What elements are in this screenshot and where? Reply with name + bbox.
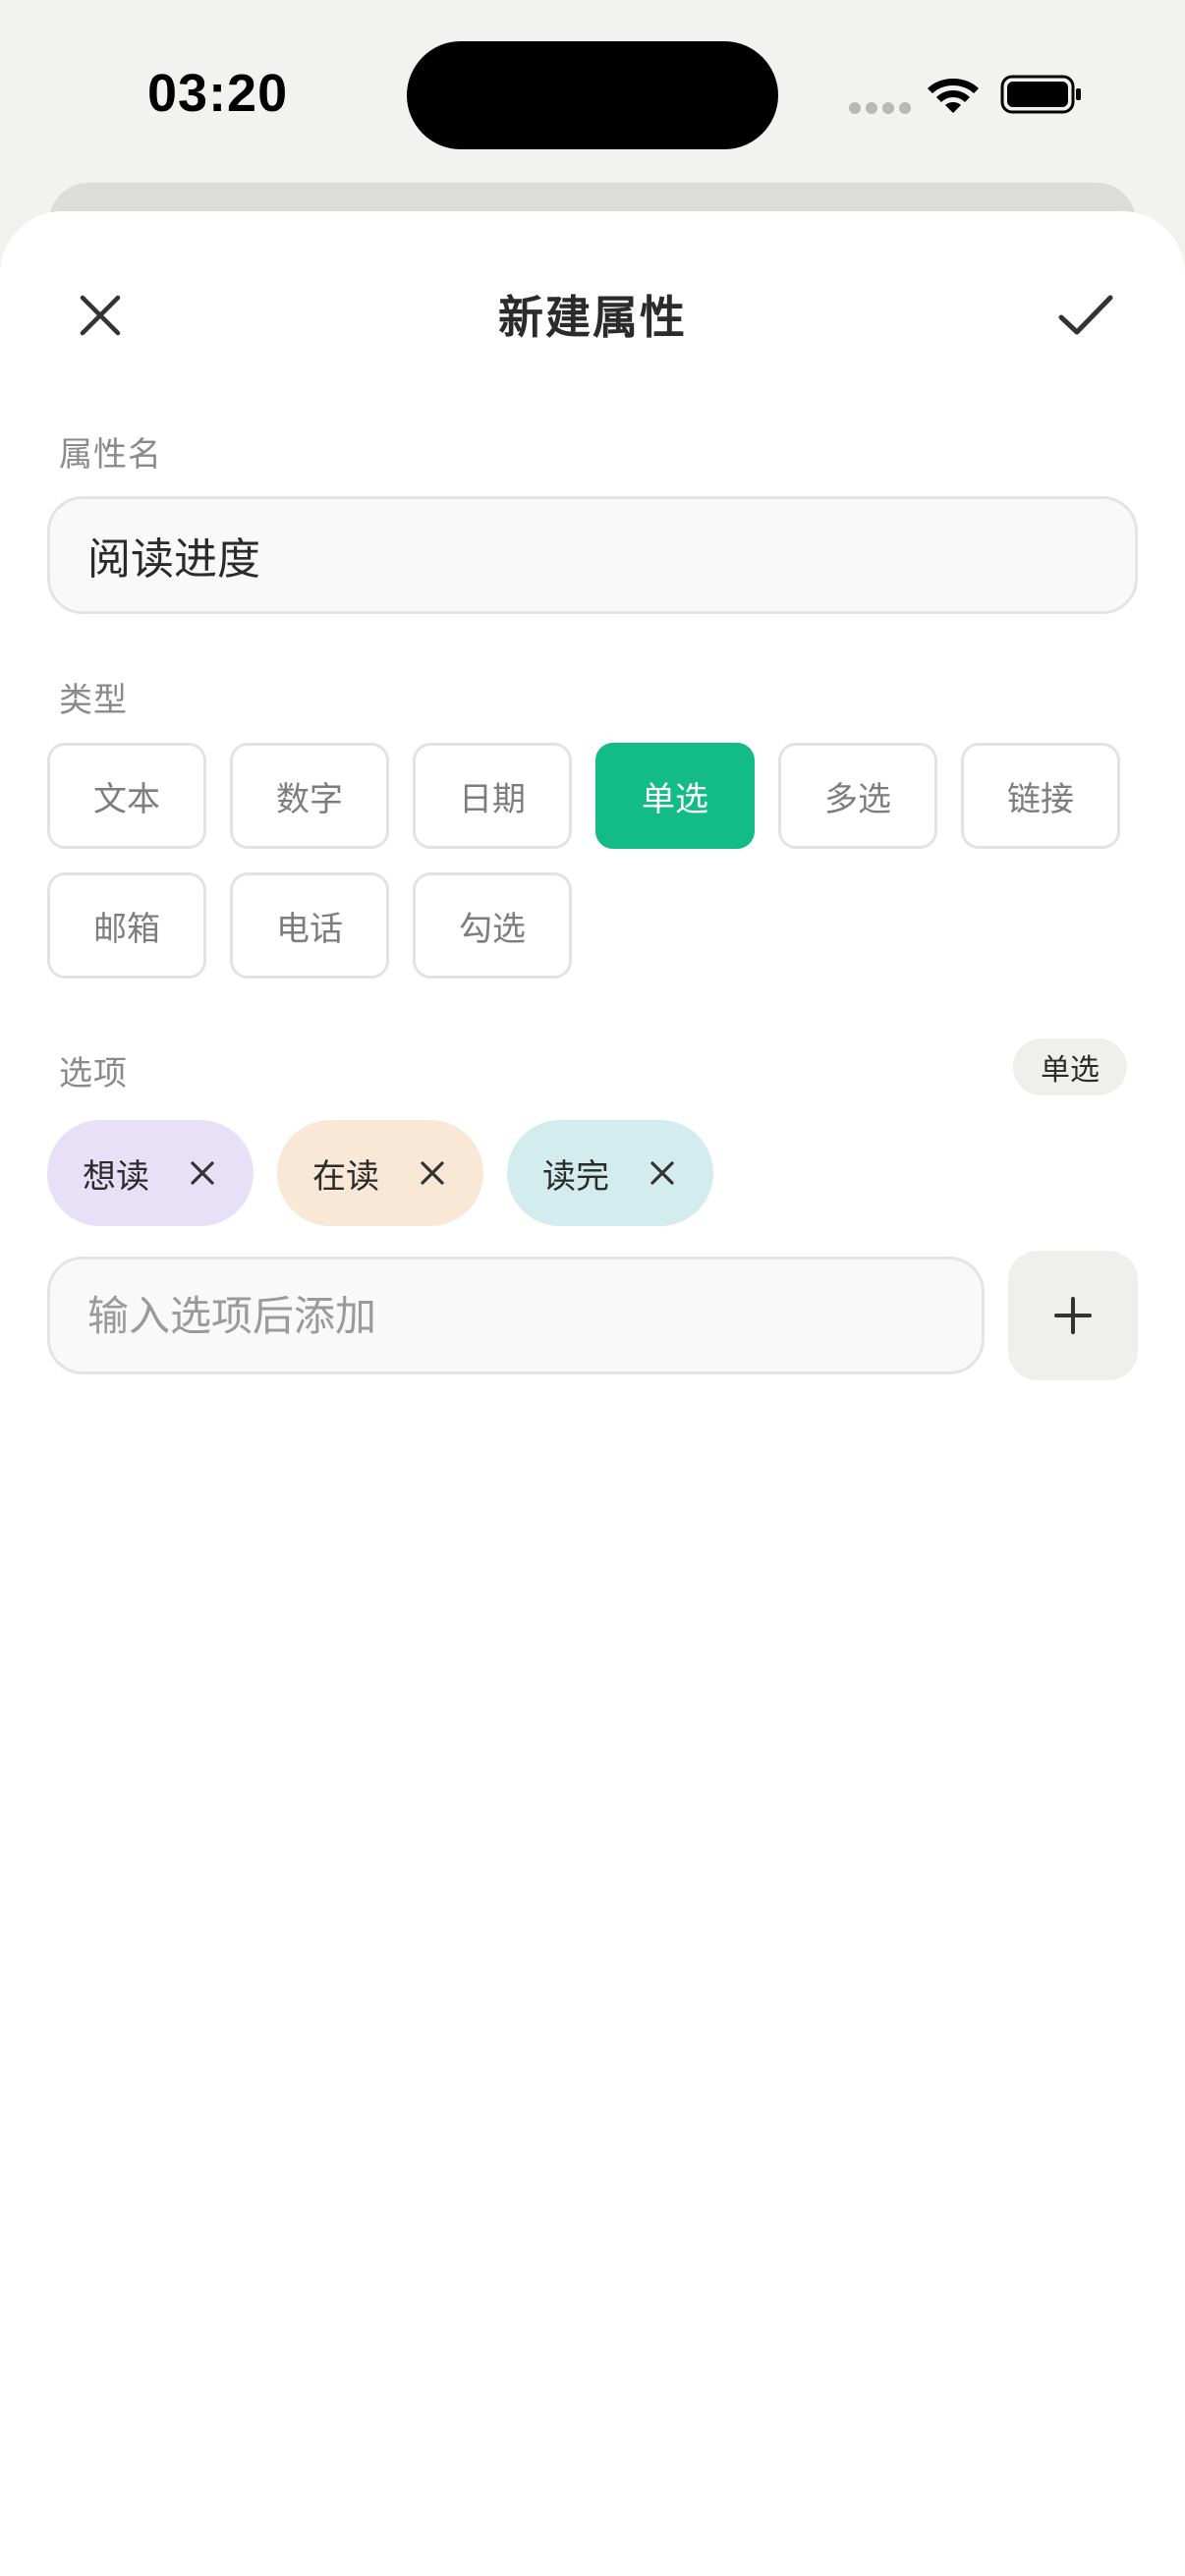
- close-icon: [421, 1161, 444, 1185]
- type-option-number[interactable]: 数字: [230, 743, 389, 849]
- property-name-label: 属性名: [59, 435, 162, 475]
- type-option-multi-select[interactable]: 多选: [778, 743, 937, 849]
- page-title: 新建属性: [498, 291, 687, 344]
- remove-option-button[interactable]: [179, 1149, 226, 1197]
- option-tag-label: 读完: [542, 1156, 609, 1197]
- new-property-sheet: 新建属性 属性名 阅读进度 类型 文本 数字 日期 单选 多选 链接 邮箱 电话…: [0, 211, 1185, 2576]
- remove-option-button[interactable]: [639, 1149, 686, 1197]
- option-tag-label: 想读: [83, 1156, 149, 1197]
- dynamic-island: [407, 41, 778, 149]
- new-option-input[interactable]: [47, 1257, 985, 1374]
- option-tag-label: 在读: [312, 1156, 379, 1197]
- type-option-date[interactable]: 日期: [413, 743, 572, 849]
- wifi-icon: [928, 79, 979, 113]
- signal-icon: [849, 102, 911, 114]
- status-time: 03:20: [147, 64, 289, 123]
- remove-option-button[interactable]: [409, 1149, 456, 1197]
- property-name-input[interactable]: 阅读进度: [47, 496, 1138, 614]
- close-icon: [650, 1161, 674, 1185]
- status-bar: 03:20: [0, 0, 1185, 177]
- property-name-value: 阅读进度: [87, 534, 260, 585]
- selection-mode-badge: 单选: [1013, 1038, 1127, 1095]
- type-option-text[interactable]: 文本: [47, 743, 206, 849]
- confirm-button[interactable]: [1044, 276, 1128, 355]
- option-tag: 想读: [47, 1120, 254, 1226]
- plus-icon: [1054, 1297, 1092, 1334]
- checkmark-icon: [1058, 295, 1113, 335]
- sheet-header: 新建属性: [0, 211, 1185, 418]
- type-option-checkbox[interactable]: 勾选: [413, 872, 572, 979]
- type-option-email[interactable]: 邮箱: [47, 872, 206, 979]
- type-label: 类型: [59, 681, 128, 720]
- type-option-phone[interactable]: 电话: [230, 872, 389, 979]
- battery-icon: [1000, 75, 1081, 114]
- options-label: 选项: [59, 1054, 128, 1093]
- option-tag: 在读: [277, 1120, 483, 1226]
- add-option-button[interactable]: [1008, 1251, 1138, 1380]
- option-tag: 读完: [507, 1120, 713, 1226]
- type-option-link[interactable]: 链接: [961, 743, 1120, 849]
- close-icon: [191, 1161, 214, 1185]
- type-option-single-select[interactable]: 单选: [595, 743, 755, 849]
